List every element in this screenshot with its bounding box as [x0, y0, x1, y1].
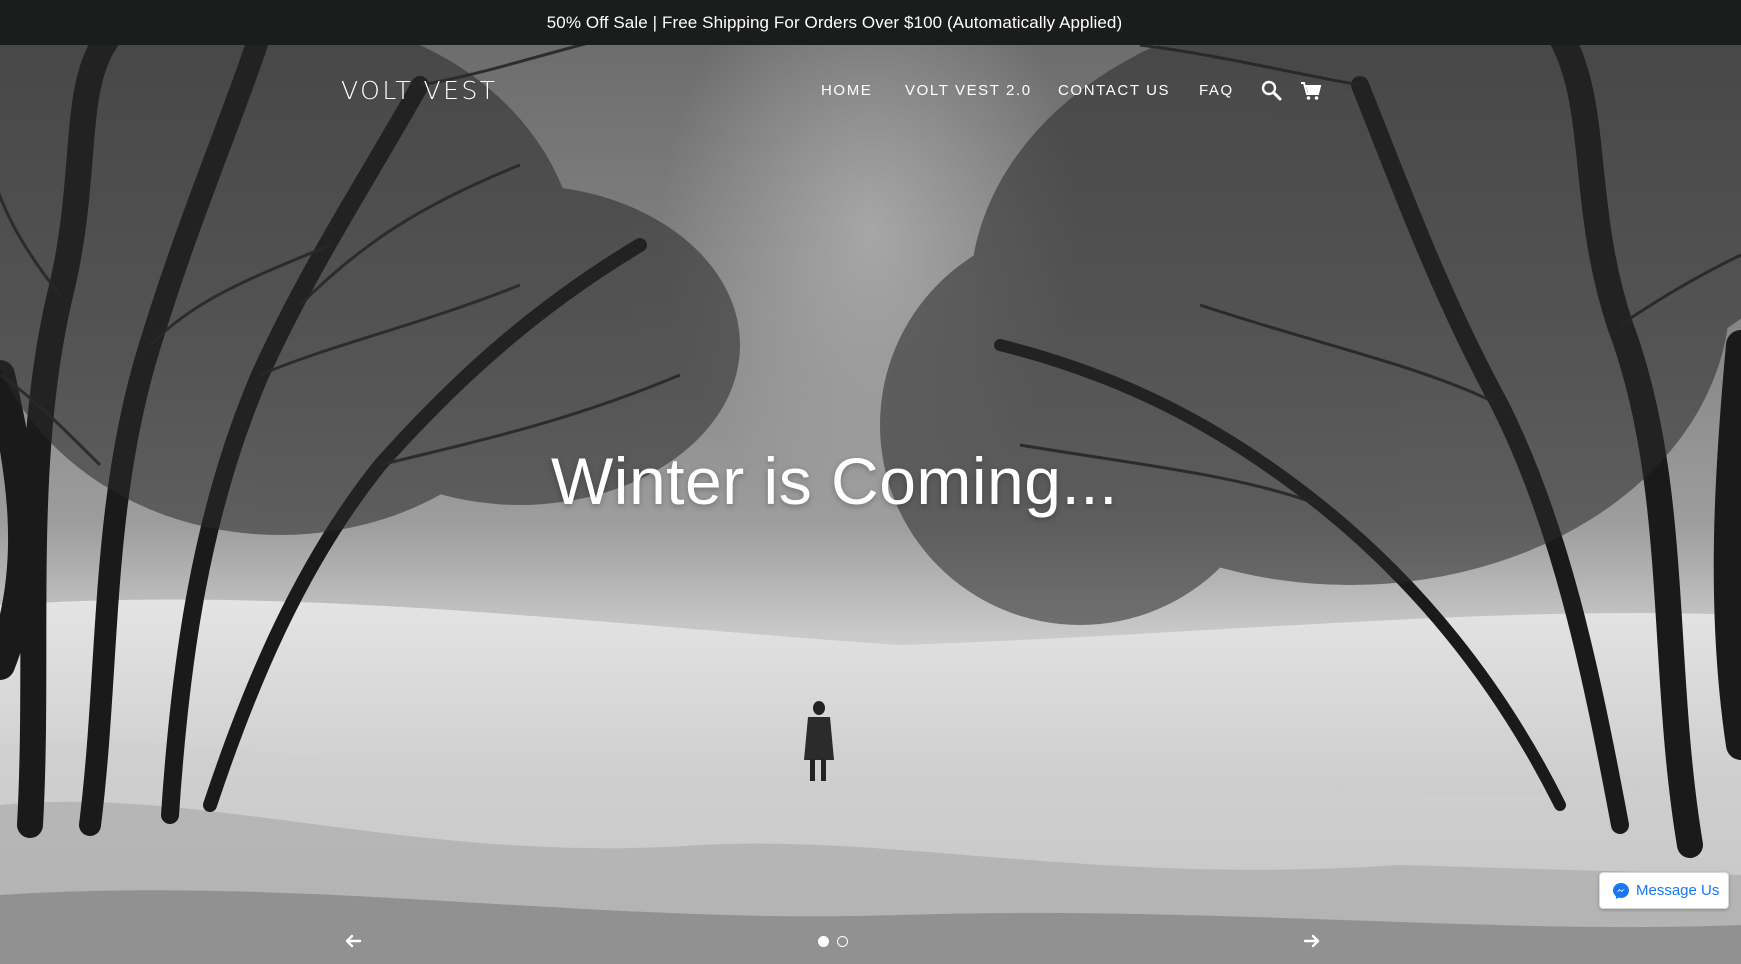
hero-title: Winter is Coming... — [551, 444, 1118, 518]
nav-link-contact-us[interactable]: CONTACT US — [1058, 82, 1170, 99]
message-us-label: Message Us — [1636, 882, 1720, 899]
messenger-icon — [1613, 882, 1629, 899]
next-slide-arrow-icon[interactable] — [1303, 934, 1321, 948]
nav-link-home[interactable]: HOME — [821, 82, 872, 99]
slide-dot-2[interactable] — [837, 936, 848, 947]
announcement-bar: 50% Off Sale | Free Shipping For Orders … — [0, 0, 1741, 45]
cart-icon[interactable] — [1300, 80, 1322, 102]
nav-link-volt-vest-2[interactable]: VOLT VEST 2.0 — [905, 82, 1032, 99]
search-icon[interactable] — [1261, 80, 1283, 102]
previous-slide-arrow-icon[interactable] — [344, 934, 362, 948]
slide-dots — [818, 936, 848, 947]
nav-link-faq[interactable]: FAQ — [1199, 82, 1234, 99]
slide-dot-1[interactable] — [818, 936, 829, 947]
site-header: VOLT VEST HOME VOLT VEST 2.0 CONTACT US … — [0, 45, 1741, 135]
message-us-button[interactable]: Message Us — [1599, 872, 1729, 909]
site-logo[interactable]: VOLT VEST — [341, 76, 498, 105]
announcement-text: 50% Off Sale | Free Shipping For Orders … — [546, 12, 1123, 32]
